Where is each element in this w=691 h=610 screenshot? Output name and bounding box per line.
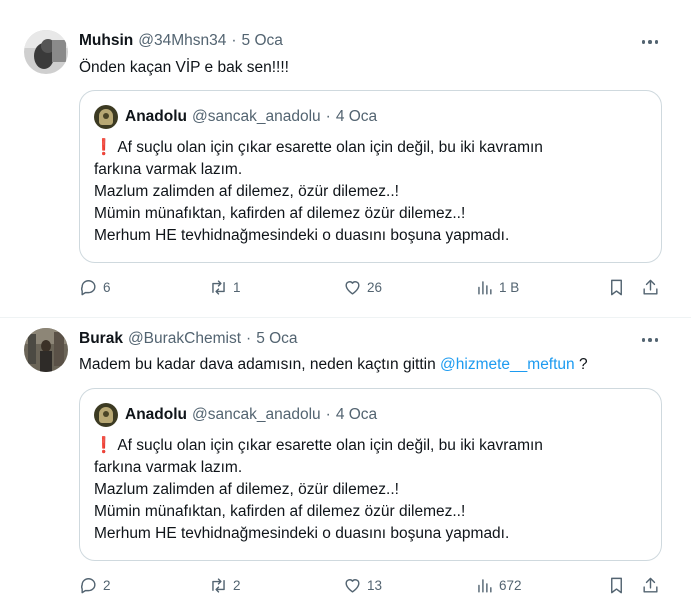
- like-button[interactable]: 26: [343, 278, 382, 297]
- tweet-date[interactable]: 5 Oca: [256, 330, 297, 348]
- reply-button[interactable]: 2: [79, 576, 111, 595]
- quoted-text: ❗ Af suçlu olan için çıkar esarette olan …: [94, 435, 543, 545]
- share-button[interactable]: [641, 278, 660, 297]
- like-button[interactable]: 13: [343, 576, 382, 595]
- quoted-tweet[interactable]: Anadolu @sancak_anadolu · 4 Oca ❗ Af suçl…: [79, 388, 662, 561]
- exclamation-icon: ❗: [94, 437, 114, 454]
- reply-icon: [81, 280, 96, 296]
- reply-icon: [81, 578, 96, 594]
- share-icon: [643, 577, 658, 593]
- mention-link[interactable]: @hizmete__meftun: [440, 356, 575, 373]
- quoted-line: Mazlum zalimden af dilemez, özür dilemez…: [94, 183, 399, 200]
- exclamation-icon: ❗: [94, 139, 114, 156]
- bookmark-button[interactable]: [607, 576, 626, 595]
- views-icon: [478, 281, 492, 295]
- separator-dot: ·: [231, 32, 237, 49]
- tweet-header: Muhsin @34Mhsn34 · 5 Oca: [79, 32, 283, 50]
- heart-icon: [345, 579, 360, 593]
- bookmark-icon: [611, 279, 622, 296]
- tweet-text-part: Madem bu kadar dava adamısın, neden kaçt…: [79, 356, 436, 373]
- author-name[interactable]: Burak: [79, 330, 123, 348]
- quoted-line: Mazlum zalimden af dilemez, özür dilemez…: [94, 481, 399, 498]
- tweet-text: Madem bu kadar dava adamısın, neden kaçt…: [79, 355, 588, 375]
- quoted-date: 4 Oca: [335, 108, 378, 125]
- quoted-tweet-header: Anadolu @sancak_anadolu · 4 Oca: [94, 403, 377, 427]
- quoted-avatar: [94, 105, 118, 129]
- quoted-author-name: Anadolu: [125, 406, 187, 423]
- repost-icon: [212, 280, 225, 295]
- quoted-line: ❗ Af suçlu olan için çıkar esarette olan …: [94, 139, 543, 156]
- heart-icon: [345, 281, 360, 295]
- like-count: 13: [367, 578, 383, 593]
- quoted-line: Merhum HE tevhidnağmesindeki o duasını b…: [94, 227, 510, 244]
- quoted-tweet[interactable]: Anadolu @sancak_anadolu · 4 Oca ❗ Af suçl…: [79, 90, 662, 263]
- tweet-date[interactable]: 5 Oca: [242, 32, 283, 50]
- author-handle[interactable]: @BurakChemist: [128, 330, 241, 348]
- tweet[interactable]: Burak @BurakChemist · 5 Oca Madem bu kad…: [0, 318, 691, 610]
- views-icon: [478, 579, 492, 593]
- share-icon: [643, 279, 658, 295]
- tweet-text: Önden kaçan VİP e bak sen!!!!: [79, 59, 289, 76]
- quoted-line: Merhum HE tevhidnağmesindeki o duasını b…: [94, 525, 510, 542]
- tweet-text-part: ?: [578, 356, 588, 373]
- quoted-line: ❗ Af suçlu olan için çıkar esarette olan …: [94, 437, 543, 454]
- views-count: 672: [499, 578, 522, 593]
- tweet-actions: 6 1 26 1 B: [79, 278, 669, 300]
- reply-count: 6: [103, 280, 111, 295]
- quoted-author-name: Anadolu: [125, 108, 187, 125]
- quoted-author-handle: @sancak_anadolu: [192, 108, 321, 125]
- like-count: 26: [367, 280, 383, 295]
- quoted-line: farkına varmak lazım.: [94, 161, 243, 178]
- bookmark-button[interactable]: [607, 278, 626, 297]
- views-count: 1 B: [499, 280, 520, 295]
- author-name[interactable]: Muhsin: [79, 32, 133, 50]
- quoted-author-handle: @sancak_anadolu: [192, 406, 321, 423]
- quoted-text: ❗ Af suçlu olan için çıkar esarette olan …: [94, 137, 543, 247]
- avatar[interactable]: [24, 328, 68, 372]
- repost-count: 2: [233, 578, 241, 593]
- repost-button[interactable]: 1: [209, 278, 241, 297]
- quoted-tweet-header: Anadolu @sancak_anadolu · 4 Oca: [94, 105, 377, 129]
- quoted-line: Mümin münafıktan, kafirden af dilemez öz…: [94, 503, 466, 520]
- more-icon[interactable]: [639, 330, 661, 350]
- quoted-line: farkına varmak lazım.: [94, 459, 243, 476]
- tweet-header: Burak @BurakChemist · 5 Oca: [79, 330, 298, 348]
- repost-icon: [212, 578, 225, 593]
- more-icon[interactable]: [639, 32, 661, 52]
- reply-count: 2: [103, 578, 111, 593]
- author-handle[interactable]: @34Mhsn34: [138, 32, 226, 50]
- share-button[interactable]: [641, 576, 660, 595]
- views-button[interactable]: 672: [475, 576, 522, 595]
- repost-button[interactable]: 2: [209, 576, 241, 595]
- separator-dot: ·: [325, 406, 331, 423]
- separator-dot: ·: [246, 330, 252, 347]
- views-button[interactable]: 1 B: [475, 278, 519, 297]
- tweet[interactable]: Muhsin @34Mhsn34 · 5 Oca Önden kaçan VİP…: [0, 0, 691, 318]
- tweet-actions: 2 2 13 672: [79, 576, 669, 598]
- quoted-line: Mümin münafıktan, kafirden af dilemez öz…: [94, 205, 466, 222]
- bookmark-icon: [611, 577, 622, 594]
- separator-dot: ·: [325, 108, 331, 125]
- quoted-date: 4 Oca: [335, 406, 378, 423]
- quoted-avatar: [94, 403, 118, 427]
- avatar[interactable]: [24, 30, 68, 74]
- repost-count: 1: [233, 280, 241, 295]
- reply-button[interactable]: 6: [79, 278, 111, 297]
